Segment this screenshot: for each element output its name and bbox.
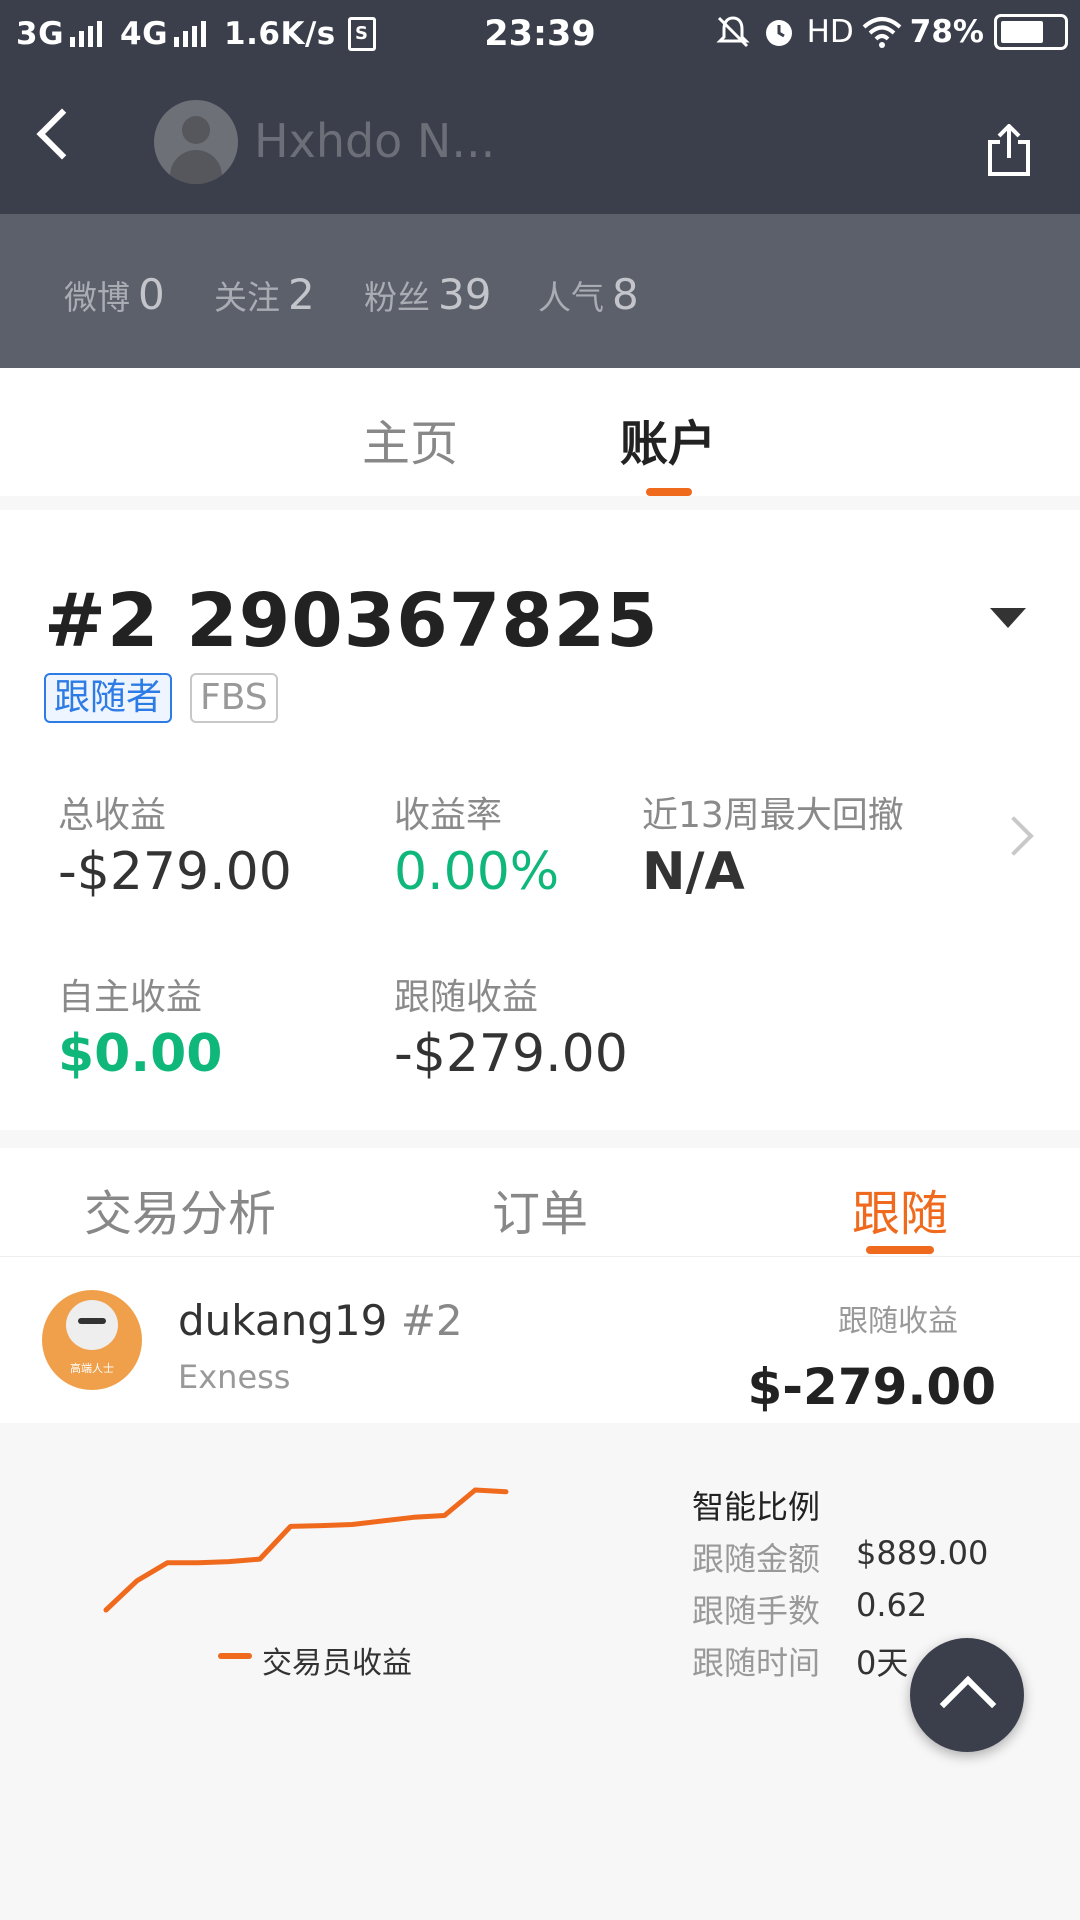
tab-trade-analysis[interactable]: 交易分析 (84, 1174, 276, 1244)
ratio-value-amount: $889.00 (856, 1534, 989, 1572)
stat-value: 0 (138, 270, 165, 319)
trader-broker: Exness (178, 1358, 291, 1396)
stat-label: 关注 (214, 278, 280, 317)
scroll-top-button[interactable] (910, 1638, 1024, 1752)
main-tabs (0, 368, 1080, 496)
battery-percent: 78% (909, 14, 984, 50)
ratio-value-lots: 0.62 (856, 1586, 928, 1624)
dropdown-arrow-icon[interactable] (990, 608, 1026, 628)
metric-label-follow-profit: 跟随收益 (394, 977, 539, 1018)
stat-value: 8 (612, 270, 639, 319)
legend-swatch (218, 1653, 252, 1659)
metric-label-return-rate: 收益率 (394, 795, 503, 836)
tab-home[interactable]: 主页 (362, 404, 458, 474)
tab-orders[interactable]: 订单 (492, 1174, 588, 1244)
wifi-icon (862, 17, 902, 48)
series-line-trader-profit (103, 1487, 509, 1613)
ratio-title: 智能比例 (692, 1488, 821, 1526)
ratio-label-amount: 跟随金额 (692, 1540, 821, 1578)
trader-account-number: #2 (400, 1296, 463, 1345)
legend-label: 交易员收益 (262, 1646, 412, 1681)
username: Hxhdo N... (254, 114, 496, 168)
role-badge: 跟随者 (44, 673, 173, 723)
metric-value-total-profit: -$279.00 (58, 842, 292, 902)
trader-name[interactable]: dukang19 #2 (178, 1296, 463, 1345)
stat-label: 人气 (538, 278, 604, 317)
hd-indicator: HD (806, 14, 854, 50)
trader-username: dukang19 (178, 1296, 388, 1345)
trader-avatar[interactable]: 高端人士 (42, 1290, 142, 1390)
metric-label-total-profit: 总收益 (58, 795, 167, 836)
battery-icon (994, 14, 1068, 50)
status-right: HD 78% (715, 14, 1068, 50)
stat-value: 2 (288, 270, 315, 319)
metric-value-return-rate: 0.00% (394, 842, 560, 902)
stat-followers[interactable]: 粉丝 39 (364, 270, 491, 319)
follow-profit-value: $-279.00 (747, 1358, 997, 1416)
broker-badge: FBS (190, 673, 278, 723)
avatar-caption: 高端人士 (70, 1362, 114, 1375)
account-title: #2 290367825 (44, 578, 659, 664)
user-avatar[interactable] (154, 100, 238, 184)
metric-value-max-drawdown: N/A (642, 842, 745, 902)
stat-following[interactable]: 关注 2 (214, 270, 315, 319)
status-bar: 3G 4G 1.6K/s S 23:39 HD 78% (0, 0, 1080, 74)
metric-value-follow-profit: -$279.00 (394, 1024, 628, 1084)
follow-profit-label: 跟随收益 (838, 1304, 958, 1339)
stat-label: 微博 (64, 278, 130, 317)
tab-indicator (866, 1246, 934, 1254)
metric-label-self-profit: 自主收益 (58, 977, 203, 1018)
stat-value: 39 (438, 270, 492, 319)
trader-profit-chart (103, 1487, 509, 1613)
tab-account[interactable]: 账户 (620, 404, 716, 474)
tab-follow[interactable]: 跟随 (852, 1174, 948, 1244)
metric-value-self-profit: $0.00 (58, 1024, 223, 1084)
share-icon[interactable] (986, 124, 1032, 176)
ratio-label-duration: 跟随时间 (692, 1644, 821, 1682)
chevron-up-icon (939, 1675, 997, 1733)
stat-label: 粉丝 (364, 278, 430, 317)
ratio-value-duration: 0天 (856, 1644, 909, 1682)
ratio-label-lots: 跟随手数 (692, 1592, 821, 1630)
alarm-icon (765, 20, 792, 46)
metric-label-max-drawdown: 近13周最大回撤 (642, 795, 904, 836)
stat-weibo[interactable]: 微博 0 (64, 270, 165, 319)
tab-indicator (646, 488, 692, 496)
mute-bell-icon (715, 16, 750, 48)
stat-popularity[interactable]: 人气 8 (538, 270, 639, 319)
